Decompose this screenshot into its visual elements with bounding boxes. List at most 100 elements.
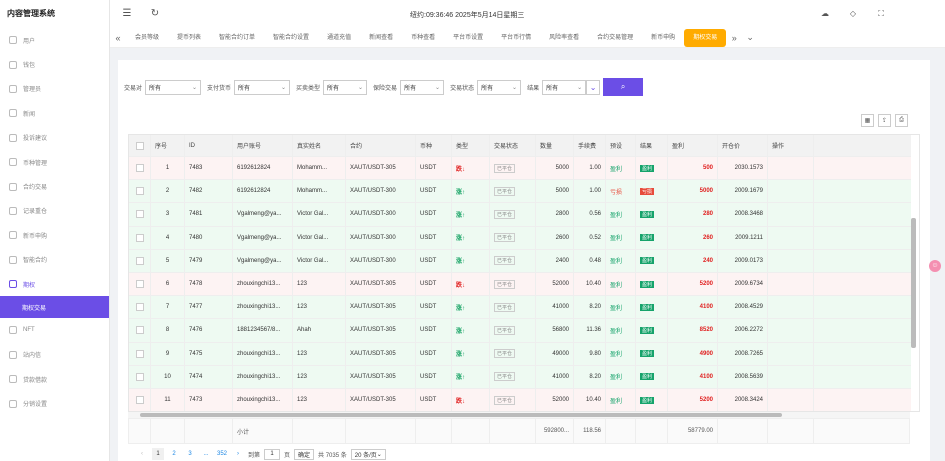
row-checkbox-cell[interactable] <box>129 342 151 365</box>
column-header[interactable]: 类型 <box>452 135 490 156</box>
column-header[interactable]: 用户账号 <box>233 135 293 156</box>
page-number[interactable]: 3 <box>184 448 196 460</box>
collapse-menu-icon[interactable]: ☰ <box>122 9 132 19</box>
sidebar-item[interactable]: 贷款借款 <box>0 367 109 391</box>
column-header[interactable]: 数量 <box>536 135 574 156</box>
row-checkbox-cell[interactable] <box>129 249 151 272</box>
cell-actions[interactable] <box>768 296 814 319</box>
table-row[interactable]: 10 7474 zhouxingchi13... 123 XAUT/USDT-305 US… <box>129 365 911 389</box>
tab-item[interactable]: 币种查看 <box>402 28 444 48</box>
column-header[interactable]: 手续费 <box>574 135 606 156</box>
next-page-icon[interactable]: › <box>232 448 244 460</box>
sidebar-item[interactable]: 币种管理 <box>0 150 109 174</box>
sidebar-item[interactable]: 投诉建议 <box>0 126 109 150</box>
checkbox[interactable] <box>135 256 144 265</box>
checkbox[interactable] <box>135 141 144 150</box>
page-size-select[interactable]: 20 条/页 ⌄ <box>350 448 386 460</box>
tab-item[interactable]: 通道充值 <box>318 28 360 48</box>
cell-actions[interactable] <box>768 365 814 388</box>
expand-filter-icon[interactable]: ⌄ <box>586 79 601 95</box>
row-checkbox-cell[interactable] <box>129 273 151 296</box>
tab-item[interactable]: 智能合约设置 <box>264 28 318 48</box>
checkbox[interactable] <box>135 326 144 335</box>
column-header[interactable]: 序号 <box>151 135 185 156</box>
tab-item[interactable]: 智能合约订单 <box>210 28 264 48</box>
cell-actions[interactable] <box>768 157 814 180</box>
tab-item[interactable]: 提币列表 <box>168 28 210 48</box>
table-row[interactable]: 1 7483 6192612824 Mohamm... XAUT/USDT-305 USD… <box>129 157 911 181</box>
table-row[interactable]: 7 7477 zhouxingchi13... 123 XAUT/USDT-305 USD… <box>129 296 911 320</box>
tab-item[interactable]: 平台币行情 <box>492 28 540 48</box>
page-number[interactable]: 1 <box>152 448 164 460</box>
checkbox[interactable] <box>135 164 144 173</box>
filter-select[interactable]: 所有 ⌄ <box>145 79 202 95</box>
tab-item[interactable]: 新币申购 <box>642 28 684 48</box>
sidebar-item[interactable]: 钱包 <box>0 52 109 76</box>
sidebar-item[interactable]: 期权 <box>0 272 109 296</box>
tabs-scroll-right-icon[interactable]: » <box>726 33 742 43</box>
sidebar-item[interactable]: NFT <box>0 318 109 342</box>
table-row[interactable]: 6 7478 zhouxingchi13... 123 XAUT/USDT-305 USD… <box>129 273 911 297</box>
page-number[interactable]: ... <box>200 448 212 460</box>
cell-actions[interactable] <box>768 342 814 365</box>
checkbox[interactable] <box>135 349 144 358</box>
sidebar-item[interactable]: 智能合约 <box>0 248 109 272</box>
page-number[interactable]: 2 <box>168 448 180 460</box>
cloud-icon[interactable]: ☁ <box>820 9 830 19</box>
table-row[interactable]: 11 7473 zhouxingchi13... 123 XAUT/USDT-305 US… <box>129 389 911 411</box>
sidebar-item[interactable]: 分销设置 <box>0 391 109 415</box>
column-header[interactable]: ID <box>185 135 233 156</box>
checkbox[interactable] <box>135 187 144 196</box>
tab-item[interactable]: 期权交易 <box>684 28 727 47</box>
row-checkbox-cell[interactable] <box>129 319 151 342</box>
sidebar-item[interactable]: 新币申购 <box>0 223 109 247</box>
tag-icon[interactable]: ◇ <box>848 9 858 19</box>
column-header[interactable]: 开仓价 <box>718 135 768 156</box>
table-row[interactable]: 3 7481 Vgalmeng@ya... Victor Gal... XAUT/USD… <box>129 203 911 227</box>
export-icon[interactable]: ⇪ <box>878 114 891 127</box>
refresh-icon[interactable]: ↻ <box>150 9 160 19</box>
filter-select[interactable]: 所有 ⌄ <box>477 79 522 95</box>
cell-actions[interactable] <box>768 180 814 203</box>
column-header[interactable]: 合约 <box>346 135 416 156</box>
table-row[interactable]: 5 7479 Vgalmeng@ya... Victor Gal... XAUT/USD… <box>129 249 911 273</box>
filter-select[interactable]: 所有 ⌄ <box>234 79 291 95</box>
cell-actions[interactable] <box>768 319 814 342</box>
row-checkbox-cell[interactable] <box>129 157 151 180</box>
column-header[interactable]: 真实姓名 <box>293 135 346 156</box>
float-helper-icon[interactable]: ☺ <box>929 260 941 272</box>
cell-actions[interactable] <box>768 249 814 272</box>
checkbox[interactable] <box>135 280 144 289</box>
column-header[interactable]: 操作 <box>768 135 814 156</box>
column-header[interactable]: 结果 <box>636 135 668 156</box>
checkbox[interactable] <box>135 210 144 219</box>
row-checkbox-cell[interactable] <box>129 180 151 203</box>
column-header[interactable]: 交易状态 <box>490 135 536 156</box>
sidebar-item[interactable]: 站内信 <box>0 343 109 367</box>
columns-icon[interactable]: ▦ <box>861 114 874 127</box>
tab-item[interactable]: 平台币设置 <box>444 28 492 48</box>
sidebar-item[interactable]: 用户 <box>0 28 109 52</box>
cell-actions[interactable] <box>768 226 814 249</box>
cell-actions[interactable] <box>768 389 814 411</box>
row-checkbox-cell[interactable] <box>129 389 151 411</box>
tab-item[interactable]: 新闻查看 <box>360 28 402 48</box>
table-row[interactable]: 8 7476 1881234567/8... Ahah XAUT/USDT-305 USD… <box>129 319 911 343</box>
checkbox[interactable] <box>135 303 144 312</box>
table-row[interactable]: 4 7480 Vgalmeng@ya... Victor Gal... XAUT/USD… <box>129 226 911 250</box>
cell-actions[interactable] <box>768 203 814 226</box>
tabs-menu-icon[interactable]: ⌄ <box>742 32 758 43</box>
tab-item[interactable]: 会员等级 <box>126 28 168 48</box>
search-button[interactable]: ⌕ <box>603 78 644 96</box>
tab-item[interactable]: 合约交易管理 <box>588 28 642 48</box>
filter-select[interactable]: 所有 ⌄ <box>400 79 445 95</box>
row-checkbox-cell[interactable] <box>129 203 151 226</box>
page-number[interactable]: 352 <box>216 448 228 460</box>
sidebar-item[interactable]: 合约交易 <box>0 174 109 198</box>
checkbox[interactable] <box>135 233 144 242</box>
table-row[interactable]: 9 7475 zhouxingchi13... 123 XAUT/USDT-305 USD… <box>129 342 911 366</box>
column-header[interactable]: 预设 <box>606 135 636 156</box>
tabs-scroll-left-icon[interactable]: « <box>110 33 126 43</box>
goto-page-input[interactable]: 1 <box>264 448 281 460</box>
row-checkbox-cell[interactable] <box>129 226 151 249</box>
